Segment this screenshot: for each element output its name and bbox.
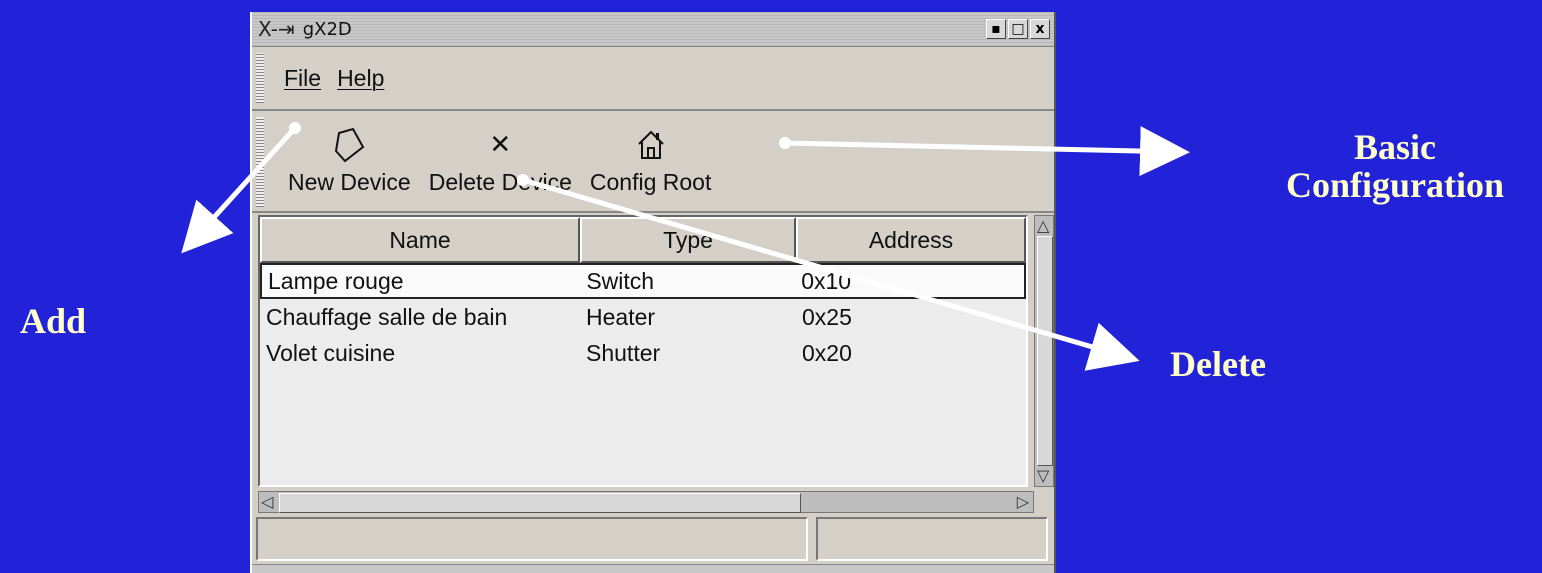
scroll-right-arrow-icon[interactable]: ▷ xyxy=(1017,494,1029,510)
menu-help[interactable]: Help xyxy=(337,65,384,92)
scroll-down-arrow-icon[interactable]: ▽ xyxy=(1037,468,1049,484)
cell-type: Heater xyxy=(586,303,656,330)
delete-icon: ✕ xyxy=(489,130,512,160)
status-bar xyxy=(256,517,1052,563)
device-list-area: Name Type Address Lampe rouge Switch 0x1… xyxy=(258,215,1054,522)
menu-file[interactable]: File xyxy=(284,65,321,92)
callout-delete: Delete xyxy=(1170,344,1266,384)
callout-basic-line1: Basic xyxy=(1353,127,1436,167)
callout-basic-configuration: Basic Configuration xyxy=(1255,128,1535,204)
menubar-grip-handle[interactable] xyxy=(256,53,264,103)
cell-name: Lampe rouge xyxy=(268,267,404,294)
toolbar: New Device ✕ Delete Device Config Root xyxy=(252,111,1054,213)
new-device-label: New Device xyxy=(288,169,411,195)
app-window: X-⇥ gX2D ▪ □ x File Help New Device ✕ De… xyxy=(250,12,1056,573)
window-logo-icon[interactable]: X-⇥ xyxy=(252,17,295,41)
scroll-up-arrow-icon[interactable]: △ xyxy=(1037,218,1049,234)
cell-name: Chauffage salle de bain xyxy=(266,303,508,330)
vertical-scroll-thumb[interactable] xyxy=(1037,236,1053,466)
vertical-scrollbar[interactable]: △ ▽ xyxy=(1034,215,1054,487)
title-bar[interactable]: X-⇥ gX2D ▪ □ x xyxy=(252,12,1054,47)
window-bottom-border xyxy=(252,564,1054,573)
horizontal-scrollbar[interactable]: ◁ ▷ xyxy=(258,491,1034,513)
table-row[interactable]: Chauffage salle de bain Heater 0x25 xyxy=(260,299,1026,335)
table-header: Name Type Address xyxy=(260,217,1026,263)
menu-bar: File Help xyxy=(252,47,1054,111)
column-header-name[interactable]: Name xyxy=(260,217,580,263)
home-icon xyxy=(636,125,666,165)
config-root-label: Config Root xyxy=(589,169,712,195)
delete-device-button[interactable]: ✕ Delete Device xyxy=(429,125,572,196)
cell-name: Volet cuisine xyxy=(266,339,396,366)
table-row[interactable]: Lampe rouge Switch 0x10 xyxy=(260,263,1026,299)
cell-type: Shutter xyxy=(586,339,661,366)
cell-address: 0x10 xyxy=(801,267,852,294)
config-root-button[interactable]: Config Root xyxy=(590,125,711,196)
table-row[interactable]: Volet cuisine Shutter 0x20 xyxy=(260,335,1026,371)
scroll-left-arrow-icon[interactable]: ◁ xyxy=(261,494,273,510)
cell-address: 0x25 xyxy=(802,303,852,330)
window-title: gX2D xyxy=(302,18,352,40)
minimize-button[interactable]: ▪ xyxy=(986,19,1006,39)
toolbar-grip-handle[interactable] xyxy=(256,117,264,207)
column-header-type[interactable]: Type xyxy=(580,217,796,263)
new-device-icon xyxy=(333,125,365,165)
new-device-button[interactable]: New Device xyxy=(288,125,411,196)
maximize-button[interactable]: □ xyxy=(1008,19,1028,39)
horizontal-scroll-thumb[interactable] xyxy=(279,493,801,513)
delete-device-label: Delete Device xyxy=(428,169,572,195)
close-button[interactable]: x xyxy=(1030,19,1050,39)
callout-basic-line2: Configuration xyxy=(1285,165,1505,205)
cell-address: 0x20 xyxy=(802,339,852,366)
device-table: Name Type Address Lampe rouge Switch 0x1… xyxy=(258,215,1028,487)
window-controls: ▪ □ x xyxy=(986,19,1050,39)
cell-type: Switch xyxy=(586,267,655,294)
callout-add: Add xyxy=(20,301,87,341)
status-panel-secondary xyxy=(816,517,1048,561)
column-header-address[interactable]: Address xyxy=(796,217,1026,263)
status-panel-main xyxy=(256,517,808,561)
